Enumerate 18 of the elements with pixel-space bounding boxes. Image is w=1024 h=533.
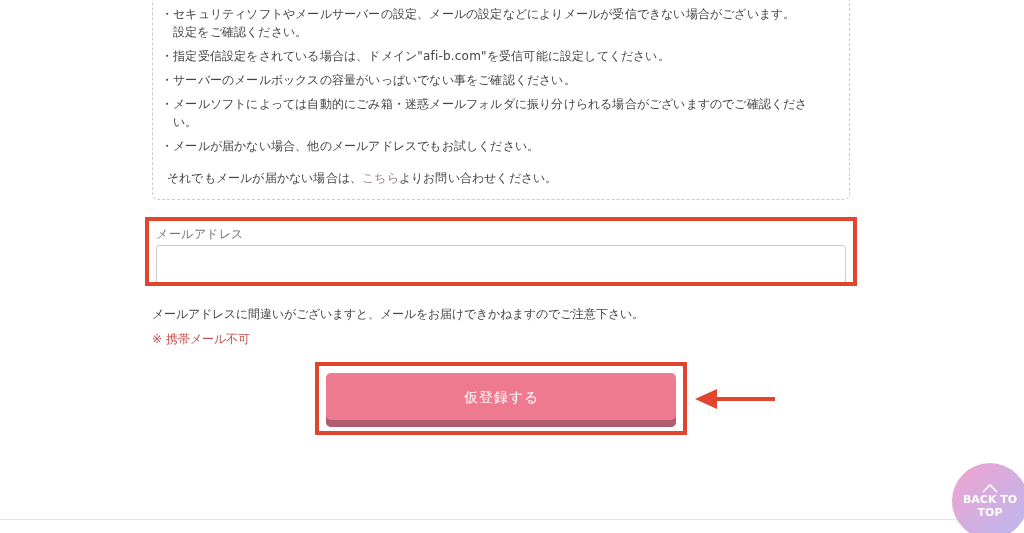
notice-text: ・指定受信設定をされている場合は、ドメイン"afi-b.com"を受信可能に設定してください。 xyxy=(161,48,671,65)
notice-text: ・サーバーのメールボックスの容量がいっぱいでない事をご確認ください。 xyxy=(161,72,577,89)
notice-text: 設定をご確認ください。 xyxy=(172,24,309,41)
back-to-top-text: BACK TO xyxy=(962,492,1018,506)
back-to-top-button[interactable]: BACK TO TOP xyxy=(952,463,1024,533)
back-to-top-text: TOP xyxy=(977,505,1003,519)
arrow-icon xyxy=(695,388,775,409)
notice-text: ・メールソフトによっては自動的にごみ箱・迷惑メールフォルダに振り分けられる場合がございますのでご確認くださ xyxy=(161,96,809,113)
field-label: メールアドレス xyxy=(156,227,245,241)
notice-text: ・メールが届かない場合、他のメールアドレスでもお試しください。 xyxy=(161,138,541,155)
contact-link[interactable]: こちら xyxy=(362,171,399,185)
note-text: メールアドレスに間違いがございますと、メールをお届けできかねますのでご注意下さい。 xyxy=(152,306,645,323)
caret-up-icon xyxy=(982,483,998,493)
notice-text: い。 xyxy=(172,114,199,131)
warning-text: ※ 携帯メール不可 xyxy=(152,331,251,348)
register-button[interactable]: 仮登録する xyxy=(326,373,676,427)
notice-text: ・セキュリティソフトやメールサーバーの設定、メールの設定などによりメールが受信できない場合がございます。 xyxy=(161,6,797,23)
contact-text: それでもメールが届かない場合は、こちら よりお問い合わせください。 xyxy=(167,170,559,187)
